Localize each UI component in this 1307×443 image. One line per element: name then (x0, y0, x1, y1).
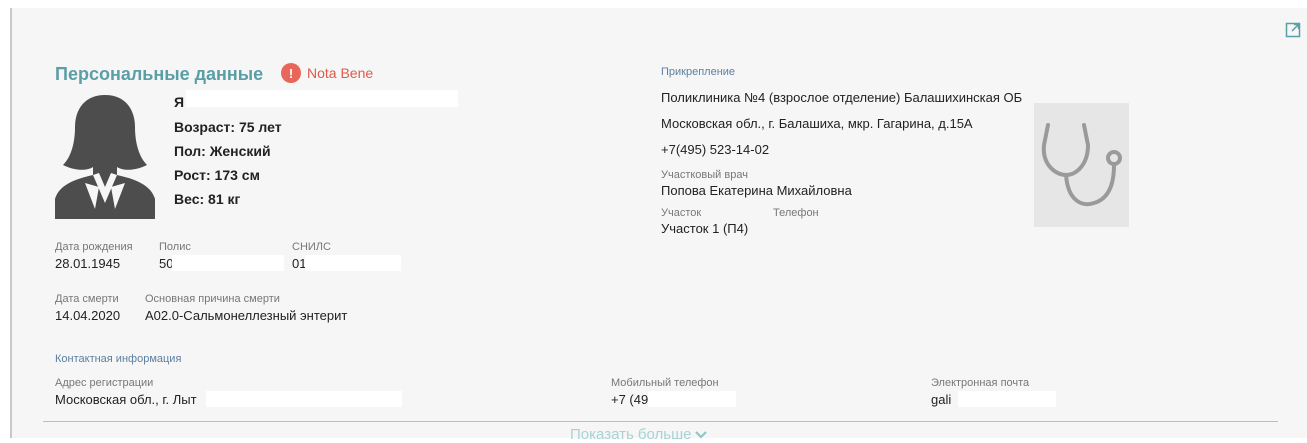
redaction-snils (305, 255, 401, 271)
clinic-address: Московская обл., г. Балашиха, мкр. Гагар… (661, 116, 973, 131)
redaction-mobile (648, 391, 736, 407)
polis-label: Полис (159, 241, 191, 253)
death-cause-label: Основная причина смерти (145, 293, 280, 305)
death-cause-value: A02.0-Сальмонеллезный энтерит (145, 308, 348, 323)
patient-height: Рост: 173 см (174, 167, 260, 183)
area-phone-label: Телефон (773, 207, 819, 219)
nota-bene-label: Nota Bene (307, 65, 374, 81)
snils-label: СНИЛС (292, 241, 331, 253)
divider (43, 421, 1278, 422)
email-value: gali (931, 392, 952, 407)
email-label: Электронная почта (931, 377, 1030, 389)
clinic-phone: +7(495) 523-14-02 (661, 142, 770, 157)
patient-weight: Вес: 81 кг (174, 191, 241, 207)
mobile-value: +7 (49 (611, 392, 649, 407)
dob-label: Дата рождения (55, 241, 133, 253)
area-label: Участок (661, 207, 702, 219)
nota-bene-button[interactable]: ! Nota Bene (281, 63, 373, 83)
chevron-down-icon (695, 426, 708, 443)
patient-age: Возраст: 75 лет (174, 119, 282, 135)
death-date-label: Дата смерти (55, 293, 119, 305)
redaction-name (186, 90, 458, 107)
show-more-button[interactable]: Показать больше (570, 426, 708, 443)
section-title-personal: Персональные данные (55, 64, 264, 84)
redaction-polis (172, 255, 284, 271)
stethoscope-placeholder (1034, 103, 1129, 227)
reg-address-label: Адрес регистрации (55, 377, 154, 389)
dob-value: 28.01.1945 (55, 256, 121, 271)
patient-sex: Пол: Женский (174, 143, 271, 159)
show-more-label: Показать больше (570, 426, 692, 443)
redaction-email (958, 391, 1056, 407)
section-title-contacts: Контактная информация (55, 353, 182, 365)
female-silhouette-icon (55, 91, 155, 219)
stethoscope-icon (1034, 123, 1129, 231)
redaction-address (206, 391, 402, 407)
doctor-label: Участковый врач (661, 169, 748, 181)
external-link-icon[interactable] (1285, 22, 1301, 38)
clinic-name: Поликлиника №4 (взрослое отделение) Бала… (661, 90, 1023, 105)
death-date-value: 14.04.2020 (55, 308, 121, 323)
area-value: Участок 1 (П4) (661, 221, 749, 236)
mobile-label: Мобильный телефон (611, 377, 719, 389)
section-title-attachment: Прикрепление (661, 66, 736, 78)
alert-icon: ! (281, 63, 301, 83)
reg-address-value: Московская обл., г. Лыт (55, 392, 197, 407)
doctor-value: Попова Екатерина Михайловна (661, 183, 852, 198)
patient-name: Я (174, 94, 185, 110)
